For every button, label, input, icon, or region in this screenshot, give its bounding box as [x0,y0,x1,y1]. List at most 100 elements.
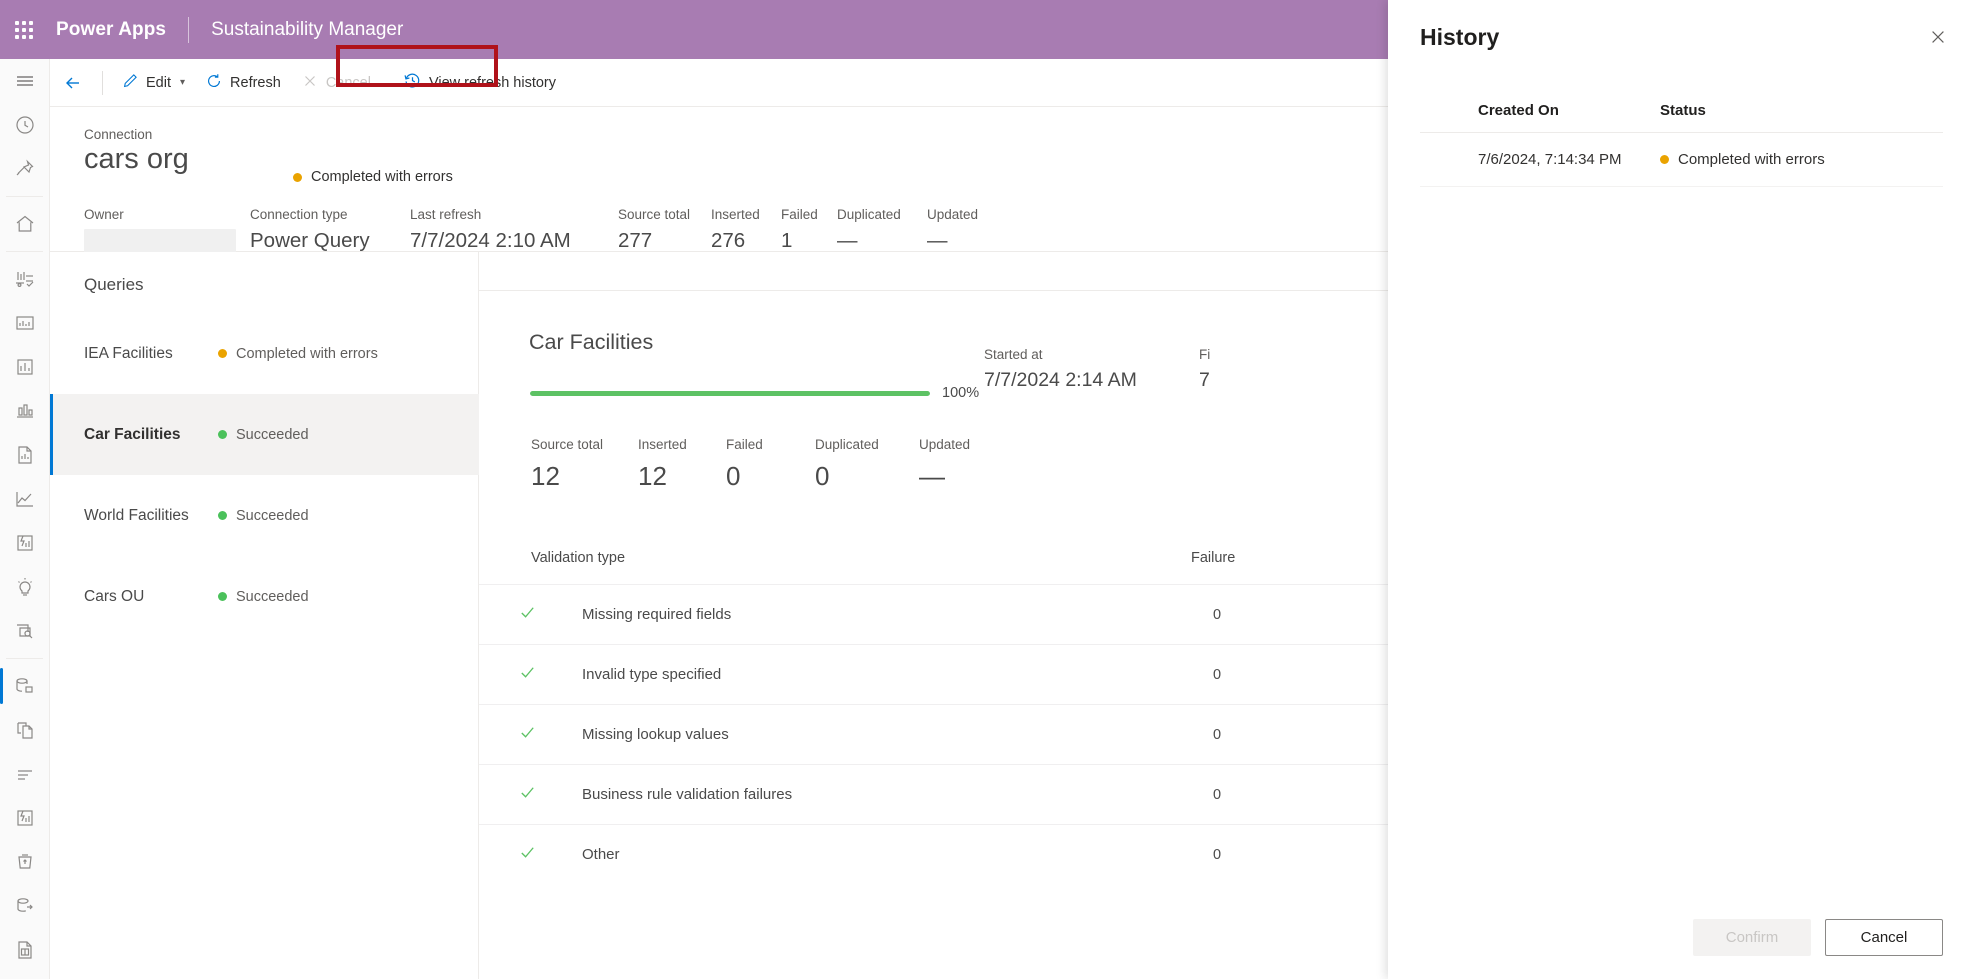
field-label: Last refresh [410,207,482,222]
failure-count: 0 [1213,726,1222,743]
history-status: Completed with errors [1660,151,1825,168]
field-value: — [837,229,858,252]
list-item[interactable]: World Facilities Succeeded [50,475,479,556]
column-header-failures: Failure [1191,550,1236,566]
report-card-icon[interactable] [0,301,49,345]
detail-title: Car Facilities [529,330,654,354]
list-lines-icon[interactable] [0,752,49,796]
home-icon[interactable] [0,202,49,246]
suite-brand[interactable]: Power Apps [56,19,166,41]
stat-label: Source total [531,437,604,452]
pin-icon[interactable] [0,147,49,191]
validation-type: Missing required fields [582,606,732,623]
refresh-label: Refresh [230,74,281,91]
field-source-total: Source total 277 [618,207,711,255]
field-duplicated: Duplicated — [837,207,927,255]
search-window-icon[interactable] [0,609,49,653]
pencil-icon [121,72,139,94]
field-value: 7/7/2024 2:14 AM [984,369,1137,391]
close-x-icon [301,72,319,94]
bar-chart-icon[interactable] [0,345,49,389]
suite-app-name[interactable]: Sustainability Manager [211,19,403,41]
flash-chart-icon[interactable] [0,521,49,565]
failure-count: 0 [1213,606,1222,623]
confirm-button: Confirm [1693,918,1811,956]
validation-type: Invalid type specified [582,666,722,683]
queries-list: IEA Facilities Completed with errors Car… [50,313,479,637]
query-status-label: Succeeded [236,426,309,443]
column-header-created-on: Created On [1478,101,1559,119]
status-dot-icon [293,172,302,182]
rail-divider [6,196,43,197]
list-item[interactable]: IEA Facilities Completed with errors [50,313,479,394]
field-updated: Updated — [927,207,1017,255]
field-failed: Failed 1 [781,207,837,255]
back-arrow-icon[interactable] [52,61,94,105]
field-connection-type: Connection type Power Query [250,207,410,255]
document-chart-icon[interactable] [0,433,49,477]
query-status-label: Completed with errors [236,345,378,362]
history-footer: Confirm Cancel [1388,895,1975,979]
stat-value: 0 [815,461,830,491]
left-icon-rail [0,59,50,979]
field-value: 7/7/2024 2:10 AM [410,229,571,252]
field-label: Fi [1199,347,1211,362]
page-layout-icon[interactable] [0,928,49,972]
view-refresh-history-button[interactable]: View refresh history [393,65,566,101]
checkmark-icon [518,723,537,747]
view-refresh-history-label: View refresh history [428,74,557,91]
cancel-button: Cancel [291,65,381,101]
column-chart-icon[interactable] [0,389,49,433]
progress-percent-label: 100% [942,385,980,401]
copy-document-icon[interactable] [0,708,49,752]
status-badge-label: Completed with errors [311,169,453,185]
query-name: World Facilities [84,506,189,524]
rail-divider [6,251,43,252]
cancel-button[interactable]: Cancel [1825,918,1943,956]
list-item[interactable]: Car Facilities Succeeded [50,394,479,475]
lightbulb-icon[interactable] [0,565,49,609]
database-export-icon[interactable] [0,884,49,928]
history-panel: History Created On Status 7/6/2024, 7:14… [1388,0,1975,979]
stats-row: Source total 12 Inserted 12 Failed 0 Dup… [531,437,1019,492]
database-icon[interactable] [0,972,49,979]
field-last-refresh: Last refresh 7/7/2024 2:10 AM [410,207,618,255]
queries-pane: Queries IEA Facilities Completed with er… [50,252,479,979]
column-header-validation-type: Validation type [531,550,626,566]
refresh-button[interactable]: Refresh [195,65,291,101]
close-icon[interactable] [1921,20,1955,54]
hamburger-menu-icon[interactable] [0,59,49,103]
line-chart-icon[interactable] [0,477,49,521]
status-dot-icon [218,592,227,601]
field-label: Started at [984,347,1043,362]
query-status: Succeeded [218,427,309,443]
field-value: 1 [781,229,793,252]
progress-track [530,390,930,396]
dashboard-analytics-icon[interactable] [0,257,49,301]
field-started-at: Started at 7/7/2024 2:14 AM [984,347,1199,392]
flash-chart-2-icon[interactable] [0,796,49,840]
checkmark-icon [518,843,537,867]
clock-recent-icon[interactable] [0,103,49,147]
field-value: 277 [618,229,653,252]
field-label: Source total [618,207,691,222]
edit-label: Edit [146,74,171,91]
database-connect-icon[interactable] [0,664,49,708]
column-header-status: Status [1660,101,1706,119]
table-row[interactable]: 7/6/2024, 7:14:34 PM Completed with erro… [1420,133,1943,187]
validation-type: Missing lookup values [582,726,729,743]
stat-updated: Updated — [919,437,1019,492]
query-status-label: Succeeded [236,588,309,605]
chevron-down-icon: ▾ [180,77,186,88]
stat-failed: Failed 0 [726,437,815,492]
table-header-row: Created On Status [1420,88,1943,133]
edit-button[interactable]: Edit ▾ [111,65,195,101]
recycle-bin-icon[interactable] [0,840,49,884]
validation-type: Other [582,846,620,863]
waffle-icon[interactable] [0,0,48,59]
timing-row: Started at 7/7/2024 2:14 AM Fi 7 [984,347,1319,392]
progress-fill [530,390,930,396]
suite-separator [188,16,190,43]
list-item[interactable]: Cars OU Succeeded [50,556,479,637]
field-label: Duplicated [837,207,901,222]
